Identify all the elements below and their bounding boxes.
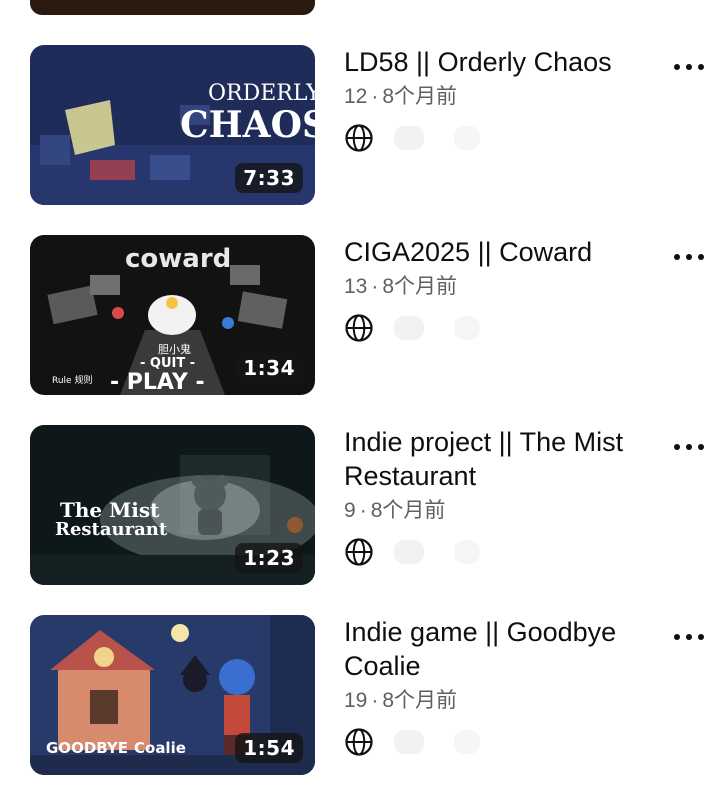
blurred-badge: [394, 316, 424, 340]
blurred-badge: [454, 126, 480, 150]
more-options-button[interactable]: [674, 439, 704, 455]
meta-separator: ·: [359, 499, 367, 522]
meta-separator: ·: [371, 275, 379, 298]
view-count: 13: [344, 275, 368, 298]
thumbnail-quit-label: - QUIT -: [140, 356, 195, 371]
thumbnail-title-line-1: GOODBYE: [46, 739, 128, 757]
blurred-badge: [454, 540, 480, 564]
video-duration: 1:23: [235, 543, 303, 573]
video-title[interactable]: LD58 || Orderly Chaos: [344, 45, 644, 79]
video-meta: 12 · 8个月前: [344, 83, 644, 111]
video-meta: 9 · 8个月前: [344, 497, 644, 525]
blurred-badge: [394, 730, 424, 754]
previous-video-thumbnail[interactable]: [30, 0, 315, 15]
thumbnail-play-label: - PLAY -: [110, 370, 205, 395]
video-thumbnail[interactable]: coward 胆小鬼 - QUIT - - PLAY - Rule 规则 1:3…: [30, 235, 315, 395]
video-thumbnail[interactable]: GOODBYE Coalie 1:54: [30, 615, 315, 775]
thumbnail-title-line-2: Coalie: [134, 739, 186, 757]
blurred-badge: [394, 126, 424, 150]
view-count: 9: [344, 499, 356, 522]
video-title[interactable]: CIGA2025 || Coward: [344, 235, 644, 269]
thumbnail-rule-label: Rule 规则: [52, 374, 92, 386]
video-duration: 7:33: [235, 163, 303, 193]
thumbnail-subtitle: 胆小鬼: [158, 342, 191, 356]
thumbnail-title-coward: coward: [125, 244, 231, 274]
video-duration: 1:54: [235, 733, 303, 763]
video-thumbnail[interactable]: ORDERLY CHAOS 7:33: [30, 45, 315, 205]
video-meta: 19 · 8个月前: [344, 687, 644, 715]
globe-icon: [345, 538, 373, 566]
globe-icon: [345, 728, 373, 756]
more-options-button[interactable]: [674, 59, 704, 75]
upload-age: 8个月前: [382, 689, 458, 712]
upload-age: 8个月前: [382, 275, 458, 298]
video-title[interactable]: Indie game || Goodbye Coalie: [344, 615, 644, 683]
video-thumbnail[interactable]: The Mist Restaurant 1:23: [30, 425, 315, 585]
video-meta: 13 · 8个月前: [344, 273, 644, 301]
more-options-button[interactable]: [674, 629, 704, 645]
upload-age: 8个月前: [382, 85, 458, 108]
view-count: 19: [344, 689, 368, 712]
globe-icon: [345, 124, 373, 152]
upload-age: 8个月前: [370, 499, 446, 522]
meta-separator: ·: [371, 85, 379, 108]
blurred-badge: [394, 540, 424, 564]
video-duration: 1:34: [235, 353, 303, 383]
video-title[interactable]: Indie project || The Mist Restaurant: [344, 425, 644, 493]
globe-icon: [345, 314, 373, 342]
thumbnail-title-line-2: Restaurant: [55, 519, 168, 540]
meta-separator: ·: [371, 689, 379, 712]
thumbnail-title-line-2: CHAOS: [180, 104, 315, 146]
blurred-badge: [454, 316, 480, 340]
view-count: 12: [344, 85, 368, 108]
blurred-badge: [454, 730, 480, 754]
more-options-button[interactable]: [674, 249, 704, 265]
thumbnail-title-line-1: ORDERLY: [208, 81, 315, 106]
